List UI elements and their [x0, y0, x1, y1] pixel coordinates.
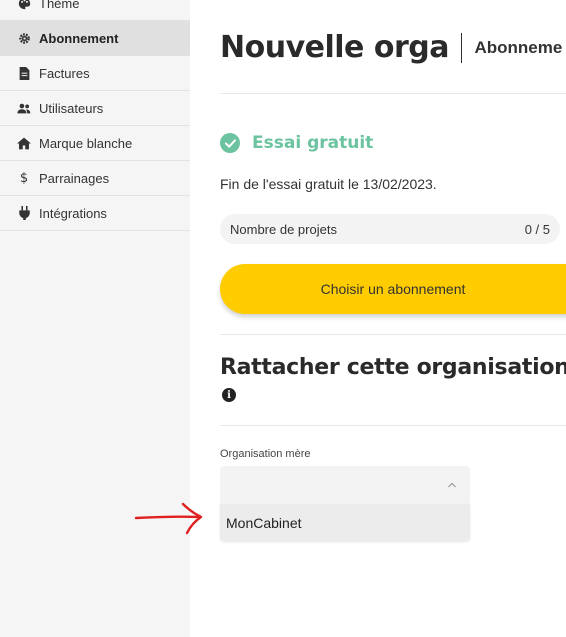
dollar-icon: $: [19, 170, 29, 186]
chevron-up-icon[interactable]: [446, 478, 458, 496]
sidebar-item-label: Marque blanche: [39, 135, 133, 151]
trial-end-text: Fin de l'essai gratuit le 13/02/2023.: [220, 176, 437, 192]
projects-count: 0 / 5: [524, 221, 550, 237]
choose-subscription-button[interactable]: Choisir un abonnement: [220, 264, 566, 314]
sidebar-item-label: Parrainages: [39, 170, 110, 186]
page-header: Nouvelle orga Abonneme: [220, 30, 562, 65]
sidebar: Thème Abonnement Factures Utilisateurs M…: [0, 0, 190, 637]
sidebar-item-utilisateurs[interactable]: Utilisateurs: [0, 91, 190, 126]
trial-status: Essai gratuit: [220, 133, 373, 153]
home-icon: [17, 137, 31, 150]
sidebar-item-label: Intégrations: [39, 205, 107, 221]
palette-icon: [17, 0, 31, 10]
annotation-arrow-icon: [134, 502, 203, 535]
divider: [220, 93, 566, 94]
sidebar-item-integrations[interactable]: Intégrations: [0, 196, 190, 231]
sidebar-item-abonnement[interactable]: Abonnement: [0, 21, 190, 56]
projects-quota: Nombre de projets 0 / 5: [220, 214, 560, 244]
projects-label: Nombre de projets: [230, 221, 337, 237]
divider: [220, 425, 566, 426]
sidebar-item-label: Abonnement: [39, 30, 119, 46]
page-title: Nouvelle orga: [220, 30, 449, 65]
attach-section-title: Rattacher cette organisation à: [220, 355, 566, 380]
gear-icon: [17, 32, 31, 45]
check-circle-icon: [220, 133, 240, 153]
users-icon: [17, 102, 31, 115]
parent-org-select[interactable]: [220, 466, 470, 504]
parent-org-label: Organisation mère: [220, 448, 311, 460]
dropdown-option[interactable]: MonCabinet: [220, 504, 470, 541]
page-subtitle: Abonneme: [474, 37, 563, 57]
sidebar-item-marque-blanche[interactable]: Marque blanche: [0, 126, 190, 161]
trial-status-label: Essai gratuit: [252, 133, 374, 153]
sidebar-item-theme[interactable]: Thème: [0, 0, 190, 21]
sidebar-item-label: Thème: [39, 0, 80, 11]
info-icon[interactable]: i: [222, 388, 236, 402]
file-icon: [17, 66, 31, 80]
sidebar-item-label: Factures: [39, 65, 90, 81]
plug-icon: [17, 206, 31, 220]
sidebar-item-factures[interactable]: Factures: [0, 56, 190, 91]
main-content: Nouvelle orga Abonneme Essai gratuit Fin…: [190, 0, 566, 637]
title-divider: [460, 32, 463, 63]
sidebar-item-label: Utilisateurs: [39, 100, 104, 116]
divider: [220, 334, 566, 335]
sidebar-item-parrainages[interactable]: $ Parrainages: [0, 161, 190, 196]
